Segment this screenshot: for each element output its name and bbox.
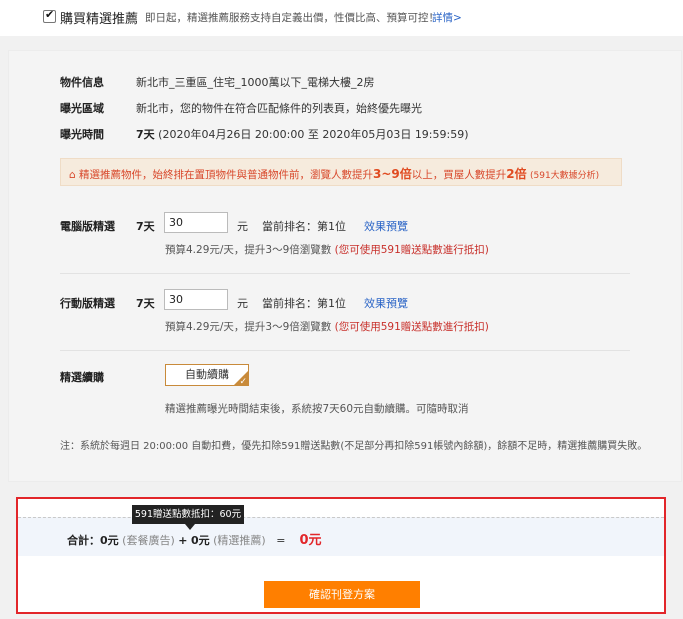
mobile-preview-link[interactable]: 效果預覽 [364,295,408,311]
desktop-budget-text: 預算4.29元/天，提升3～9倍瀏覽數 [165,244,332,256]
mobile-rank-value: 1 [328,297,335,310]
mobile-current-rank: 當前排名：第1位 [262,295,346,311]
mobile-rank-text: 當前排名：第 [262,297,328,310]
plus-sign: + [178,534,188,547]
auto-renew-toggle[interactable]: 自動續購 ✓ [165,364,249,387]
package-amount: 0元 [100,534,119,547]
property-info-label: 物件信息 [60,76,104,89]
checkmark-icon: ✔ [45,8,55,21]
desktop-points-note: (您可使用591贈送點數進行抵扣) [334,244,489,256]
confirm-plan-button[interactable]: 確認刊登方案 [264,581,420,608]
renewal-label: 精選續購 [60,371,104,384]
desktop-featured-label: 電腦版精選 [60,220,115,233]
house-icon: ⌂ [69,169,76,181]
exposure-time-label: 曝光時間 [60,128,104,141]
featured-label: (精選推薦) [213,534,266,547]
notice-text-2: 以上，買屋人數提升 [411,169,507,181]
exposure-time-value: 7天 (2020年04月26日 20:00:00 至 2020年05月03日 1… [136,126,469,142]
check-icon: ✓ [239,377,247,387]
property-info-value: 新北市_三重區_住宅_1000萬以下_電梯大樓_2房 [136,76,375,89]
exposure-days: 7天 [136,128,155,141]
desktop-rank-text: 當前排名：第 [262,220,328,233]
points-deduction-tooltip: 591贈送點數抵扣：60元 [132,505,244,524]
featured-purchase-header: ✔ 購買精選推薦 即日起，精選推薦服務支持自定義出價，性價比高、預算可控！ 詳情… [0,0,683,36]
auto-renew-description: 精選推薦曝光時間結束後，系統按7天60元自動續購。可隨時取消 [165,403,469,415]
desktop-preview-link[interactable]: 效果預覽 [364,218,408,234]
order-summary: 591贈送點數抵扣：60元 合計：0元 (套餐廣告) + 0元 (精選推薦) =… [16,497,666,614]
desktop-featured-days: 7天 [136,220,155,233]
featured-notice: ⌂ 精選推薦物件，始終排在置頂物件與普通物件前，瀏覽人數提升3~9倍以上，買屋人… [60,158,622,186]
details-link[interactable]: 詳情> [432,10,462,25]
mobile-bid-input[interactable] [164,289,228,310]
total-line: 合計：0元 (套餐廣告) + 0元 (精選推薦) = 0元 [67,529,321,548]
section-divider [60,273,630,274]
desktop-bid-input[interactable] [164,212,228,233]
exposure-area-value: 新北市，您的物件在符合匹配條件的列表頁，始終優先曝光 [136,102,422,115]
mobile-bid-unit: 元 [237,297,248,310]
exposure-range: (2020年04月26日 20:00:00 至 2020年05月03日 19:5… [158,128,469,141]
desktop-budget-info: 預算4.29元/天，提升3～9倍瀏覽數 (您可使用591贈送點數進行抵扣) [165,242,489,257]
notice-highlight-1: 3~9倍 [373,167,412,181]
desktop-rank-value: 1 [328,220,335,233]
mobile-budget-info: 預算4.29元/天，提升3～9倍瀏覽數 (您可使用591贈送點數進行抵扣) [165,319,489,334]
featured-purchase-description: 即日起，精選推薦服務支持自定義出價，性價比高、預算可控！ [145,12,439,24]
total-label: 合計： [67,534,100,547]
desktop-rank-suffix: 位 [335,220,346,233]
featured-purchase-checkbox[interactable]: ✔ [43,8,56,23]
desktop-bid-unit: 元 [237,220,248,233]
notice-text: ⌂ 精選推薦物件，始終排在置頂物件與普通物件前，瀏覽人數提升3~9倍以上，買屋人… [69,165,599,182]
grand-total: 0元 [299,533,322,548]
auto-renew-label: 自動續購 [185,368,229,381]
mobile-featured-label: 行動版精選 [60,297,115,310]
billing-footnote: 注：系統於每週日 20:00:00 自動扣費，優先扣除591贈送點數(不足部分再… [60,441,648,452]
desktop-current-rank: 當前排名：第1位 [262,218,346,234]
mobile-budget-text: 預算4.29元/天，提升3～9倍瀏覽數 [165,321,332,333]
mobile-featured-days: 7天 [136,297,155,310]
section-divider [60,350,630,351]
featured-amount: 0元 [190,534,210,547]
mobile-points-note: (您可使用591贈送點數進行抵扣) [334,321,489,333]
exposure-area-label: 曝光區域 [60,102,104,115]
package-label: (套餐廣告) [122,534,175,547]
notice-text-1: 精選推薦物件，始終排在置頂物件與普通物件前，瀏覽人數提升 [79,169,374,181]
notice-source: (591大數據分析) [529,171,600,181]
equals-sign: = [276,534,286,547]
featured-purchase-title: 購買精選推薦 [60,12,139,27]
mobile-rank-suffix: 位 [335,297,346,310]
notice-highlight-2: 2倍 [506,167,527,181]
